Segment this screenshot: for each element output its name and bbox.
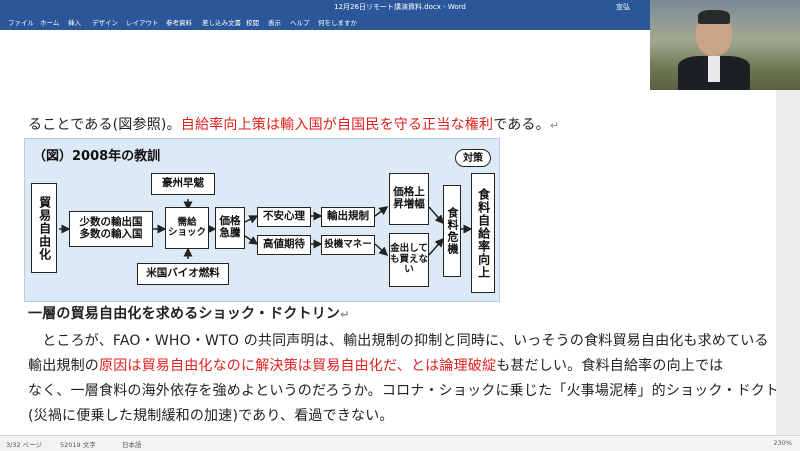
box-export-restriction: 輸出規制	[321, 207, 375, 227]
webcam-video-overlay	[650, 0, 800, 90]
heading-text: 一層の貿易自由化を求めるショック・ドクトリン	[28, 306, 341, 322]
account-name[interactable]: 宣弘	[616, 2, 630, 12]
presenter-shirt	[708, 56, 720, 82]
tab-review[interactable]: 校閲	[246, 17, 259, 27]
box-speculative-money: 投機マネー	[321, 235, 375, 255]
text-line-p4: (災禍に便乗した規制緩和の加速)であり、看過できない。	[28, 408, 394, 424]
red-text-run: 原因は貿易自由化なのに解決策は貿易自由化だ、とは論理破綻	[99, 358, 497, 374]
box-exporters-importers: 少数の輸出国 多数の輸入国	[69, 211, 153, 247]
text-line-p1: ところが、FAO・WHO・WTO の共同声明は、輸出規制の抑制と同時に、いっそう…	[28, 333, 769, 349]
tell-me-search[interactable]: 何をしますか	[318, 17, 357, 27]
text-line-p2: 輸出規制の原因は貿易自由化なのに解決策は貿易自由化だ、とは論理破綻も甚だしい。食…	[28, 355, 723, 375]
box-trade-liberalization: 貿易自由化	[31, 183, 57, 273]
box-price-increase: 価格上昇増幅	[389, 173, 429, 225]
page-count: 3/32 ページ	[6, 441, 43, 449]
figure-title: （図）2008年の教訓	[33, 149, 161, 164]
section-heading: 一層の貿易自由化を求めるショック・ドクトリン↵	[28, 303, 350, 323]
text-run: である。	[493, 117, 550, 133]
tab-layout[interactable]: レイアウト	[126, 17, 159, 27]
box-cannot-buy: 金出しても買えない	[389, 233, 429, 287]
text-line-p3: なく、一層食料の海外依存を強めよというのだろうか。コロナ・ショックに乗じた「火事…	[28, 383, 800, 399]
presenter-hair	[698, 10, 730, 24]
tab-home[interactable]: ホーム	[40, 17, 59, 27]
box-us-biofuel: 米国バイオ燃料	[137, 263, 229, 285]
paragraph-mark-icon: ↵	[549, 119, 560, 132]
tab-view[interactable]: 表示	[268, 17, 281, 27]
text-run: も甚だしい。食料自給率の向上では	[496, 358, 724, 374]
tab-insert[interactable]: 挿入	[68, 17, 81, 27]
tab-help[interactable]: ヘルプ	[290, 17, 310, 27]
vertical-scrollbar[interactable]	[776, 30, 800, 435]
tab-design[interactable]: デザイン	[92, 17, 118, 27]
tab-file[interactable]: ファイル	[8, 17, 34, 27]
text-run: 輸出規制の	[28, 358, 99, 374]
figure-2008-lessons: （図）2008年の教訓 対策 貿易自由化 少数の輸出国 多数の輸入国 豪州早魃 …	[24, 138, 500, 302]
text-line-1: ることである(図参照)。自給率向上策は輸入国が自国民を守る正当な権利である。↵	[28, 114, 559, 134]
zoom-level[interactable]: 230%	[773, 439, 792, 447]
box-australia-drought: 豪州早魃	[151, 173, 215, 195]
word-count: 52019 文字	[60, 441, 96, 449]
box-food-crisis: 食料危機	[443, 185, 461, 277]
tab-references[interactable]: 参考資料	[166, 17, 192, 27]
box-anxiety: 不安心理	[257, 207, 311, 227]
red-text-run: 自給率向上策は輸入国が自国民を守る正当な権利	[180, 117, 494, 133]
box-high-price-expectation: 高値期待	[257, 235, 311, 255]
box-supply-demand-shock: 需給 ショック	[165, 207, 209, 249]
status-bar: 3/32 ページ 52019 文字 日本語 230%	[0, 435, 800, 451]
paragraph-mark-icon: ↵	[340, 308, 350, 321]
box-raise-self-sufficiency: 食料自給率向上	[471, 173, 495, 293]
taisaku-label: 対策	[455, 149, 491, 167]
tab-mailings[interactable]: 差し込み文書	[202, 17, 241, 27]
language-indicator[interactable]: 日本語	[122, 439, 142, 449]
text-run: ることである(図参照)。	[28, 117, 181, 133]
box-price-surge: 価格 急騰	[215, 207, 245, 249]
